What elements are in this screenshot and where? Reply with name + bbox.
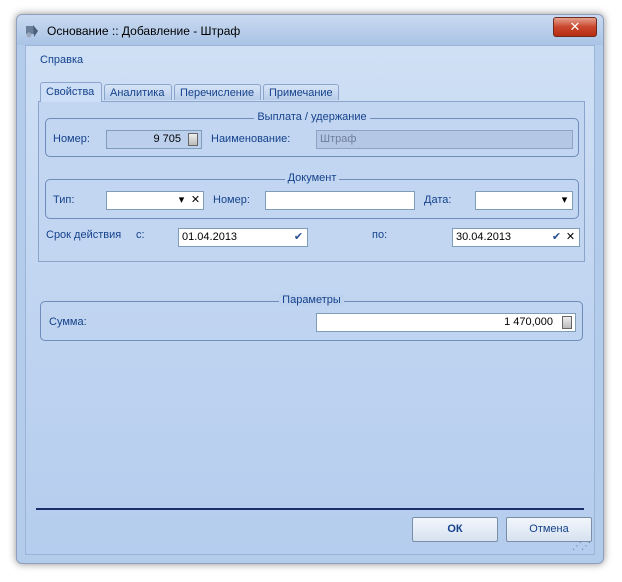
validity-from-label: с:: [136, 229, 145, 241]
check-icon[interactable]: ✔: [550, 231, 563, 244]
tab-panel-properties: Выплата / удержание Номер: 9 705 Наимено…: [38, 101, 585, 262]
tab-transfer[interactable]: Перечисление: [174, 84, 261, 100]
resize-grip-icon[interactable]: ⋰⋰: [572, 541, 591, 552]
window-title: Основание :: Добавление - Штраф: [47, 24, 241, 38]
title-bar[interactable]: Основание :: Добавление - Штраф ✕: [17, 15, 603, 45]
cancel-button[interactable]: Отмена: [506, 517, 592, 542]
payment-number-field[interactable]: 9 705: [106, 130, 202, 149]
calculator-icon[interactable]: [188, 133, 198, 146]
validity-to-value: 30.04.2013: [456, 231, 512, 243]
validity-label: Срок действия: [46, 229, 122, 241]
footer-divider: [36, 508, 584, 510]
ok-button[interactable]: ОК: [412, 517, 498, 542]
check-icon[interactable]: ✔: [292, 231, 305, 244]
validity-from-field[interactable]: 01.04.2013 ✔: [178, 228, 308, 247]
chevron-down-icon[interactable]: ▾: [558, 194, 571, 207]
params-group-legend: Параметры: [279, 294, 344, 306]
payment-number-label: Номер:: [53, 133, 90, 145]
document-group: Документ Тип: ▾ ✕ Номер: Дата: ▾: [45, 172, 579, 219]
payment-number-value: 9 705: [153, 133, 181, 145]
calculator-icon[interactable]: [562, 316, 572, 329]
document-type-label: Тип:: [53, 194, 75, 206]
payment-name-label: Наименование:: [211, 133, 291, 145]
dialog-window: Основание :: Добавление - Штраф ✕ Справк…: [16, 14, 604, 564]
tab-note[interactable]: Примечание: [263, 84, 339, 100]
clear-icon[interactable]: ✕: [564, 231, 577, 244]
chevron-down-icon[interactable]: ▾: [175, 194, 188, 207]
tab-properties[interactable]: Свойства: [40, 82, 102, 102]
dialog-client-area: Справка Свойства Аналитика Перечисление …: [25, 45, 595, 555]
payment-name-field: Штраф: [316, 130, 573, 149]
close-button[interactable]: ✕: [553, 17, 597, 37]
document-number-field[interactable]: [265, 191, 415, 210]
params-group: Параметры Сумма: 1 470,000: [40, 294, 583, 341]
menu-help[interactable]: Справка: [40, 54, 83, 66]
document-type-select[interactable]: ▾ ✕: [106, 191, 204, 210]
close-icon: ✕: [569, 19, 581, 34]
app-icon: [26, 25, 38, 38]
payment-group-legend: Выплата / удержание: [254, 111, 370, 123]
sum-value: 1 470,000: [504, 316, 553, 328]
document-date-label: Дата:: [424, 194, 452, 206]
tab-analytics[interactable]: Аналитика: [104, 84, 172, 100]
validity-to-label: по:: [372, 229, 388, 241]
sum-label: Сумма:: [49, 316, 87, 328]
document-group-legend: Документ: [284, 172, 340, 184]
payment-group: Выплата / удержание Номер: 9 705 Наимено…: [45, 111, 579, 157]
validity-to-field[interactable]: 30.04.2013 ✔ ✕: [452, 228, 580, 247]
document-number-label: Номер:: [213, 194, 250, 206]
validity-from-value: 01.04.2013: [182, 231, 238, 243]
clear-icon[interactable]: ✕: [189, 194, 202, 207]
sum-field[interactable]: 1 470,000: [316, 313, 576, 332]
document-date-field[interactable]: ▾: [475, 191, 573, 210]
